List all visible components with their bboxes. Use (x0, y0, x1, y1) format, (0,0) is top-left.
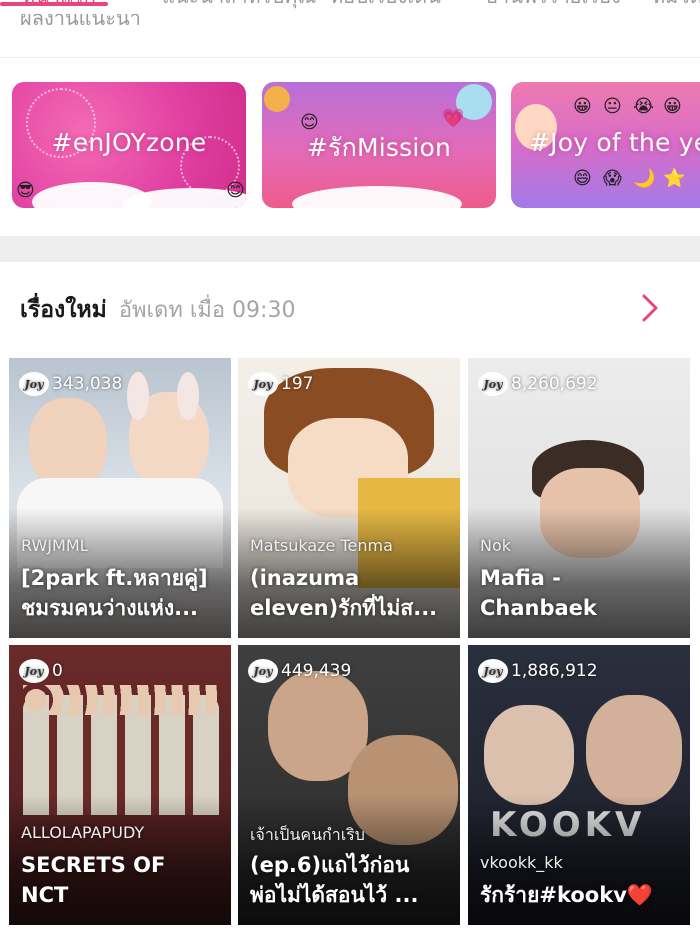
joy-logo-icon: Joy (478, 659, 508, 683)
smile-emoji-icon: 😊 (226, 180, 245, 201)
emoji-icon: 😐 (603, 96, 622, 117)
emoji-icon: 😱 (603, 168, 622, 189)
banner-enjoyzone[interactable]: 😎 😊 #enJOYzone (12, 82, 246, 208)
section-title: เรื่องใหม่ (20, 297, 107, 323)
card-author: vkookk_kk (480, 853, 563, 872)
story-card[interactable]: Joy 8,260,692 Nok Mafia - Chanbaek (468, 358, 690, 638)
banner-label: #Joy of the year (529, 128, 700, 157)
story-card[interactable]: Joy 0 ALLOLAPAPUDY SECRETS OF NCT (9, 645, 231, 925)
tab-free-read[interactable]: อ่านฟรีรายเรื่อง (486, 0, 621, 8)
card-title: Mafia - (480, 566, 561, 590)
card-title: (ep.6)แถไว้ก่อน (250, 853, 410, 877)
banner-label: #รักMission (306, 133, 452, 162)
emoji-icon: 😀 (573, 96, 592, 117)
card-author: ALLOLAPAPUDY (21, 823, 145, 842)
heart-emoji-icon: 💗 (442, 108, 465, 129)
emoji-icon: 🌙 (633, 168, 656, 189)
joy-logo-icon: Joy (478, 372, 508, 396)
emoji-icon: 😭 (633, 96, 655, 117)
card-title: รักร้าย#kookv❤️ (480, 883, 654, 907)
story-card[interactable]: Joy 197 Matsukaze Tenma (inazuma eleven)ร… (238, 358, 460, 638)
person-illustration (484, 705, 574, 805)
card-author: RWJMML (21, 536, 89, 555)
view-count: Joy 8,260,692 (478, 372, 598, 396)
card-title: ชมรมคนว่างแห่ง... (21, 596, 199, 620)
card-author: Nok (480, 536, 512, 555)
emoji-icon: 😄 (573, 168, 592, 189)
joy-logo-icon: Joy (19, 659, 49, 683)
tab-top-stories[interactable]: ท็อปเรื่องเด่น (330, 0, 441, 8)
card-title: NCT (21, 883, 69, 907)
card-title: SECRETS OF (21, 853, 166, 877)
bunny-ear-icon (127, 372, 149, 420)
joy-logo-icon: Joy (248, 372, 278, 396)
view-count: Joy 197 (248, 372, 313, 396)
card-title: พ่อไม่ได้สอนไว้ ... (250, 883, 419, 907)
section-updated-time: อัพเดท เมื่อ 09:30 (118, 298, 296, 323)
planet-icon (264, 86, 290, 112)
faces (23, 685, 219, 715)
story-card[interactable]: KOOKV Joy1,886,912 vkookk_kk รักร้าย#koo… (468, 645, 690, 925)
banner-joy-of-the-year[interactable]: 😀 😐 😭 😀 😄 😱 🌙 ⭐ #Joy of the year (511, 82, 700, 208)
emoji-icon: 😀 (663, 96, 682, 117)
card-author: เจ้าเป็นคนกำเริบ (250, 825, 365, 844)
story-card[interactable]: Joy 449,439 เจ้าเป็นคนกำเริบ (ep.6)แถไว้ก… (238, 645, 460, 925)
emoji-icon: ⭐ (663, 168, 686, 189)
chevron-right-icon[interactable] (638, 292, 664, 324)
card-title: [2park ft.หลายคู่] (21, 566, 208, 590)
bunny-ear-icon (177, 372, 199, 420)
story-card[interactable]: Joy 343,038 RWJMML [2park ft.หลายคู่] ชมร… (9, 358, 231, 638)
tab-recommended[interactable]: แนะนำสำหรับคุณ (162, 0, 316, 8)
banner-carousel[interactable]: 😎 😊 #enJOYzone 😊 💗 #รักMission 😀 😐 😭 😀 😄… (12, 82, 700, 210)
section-header: เรื่องใหม่ อัพเดท เมื่อ 09:30 (20, 292, 295, 326)
banner-rak-mission[interactable]: 😊 💗 #รักMission (262, 82, 496, 208)
person-illustration (586, 695, 682, 805)
view-count: Joy 343,038 (19, 372, 122, 396)
sunglasses-emoji-icon: 😎 (16, 180, 35, 201)
view-count: Joy 449,439 (248, 659, 351, 683)
divider (0, 57, 700, 58)
tab-subtext: ผลงานแนะนำ (20, 14, 141, 28)
active-tab-indicator (0, 2, 108, 6)
tab-categories[interactable]: หมวด (652, 0, 700, 8)
view-count: Joy 0 (19, 659, 63, 683)
card-title: eleven)รักที่ไม่ส... (250, 596, 438, 620)
joy-logo-icon: Joy (248, 659, 278, 683)
person-illustration (29, 398, 107, 490)
card-author: Matsukaze Tenma (250, 536, 393, 555)
view-count: Joy 1,886,912 (478, 659, 598, 683)
banner-label: #enJOYzone (51, 128, 207, 157)
section-separator (0, 236, 700, 262)
card-title: Chanbaek (480, 596, 597, 620)
card-title: (inazuma (250, 566, 360, 590)
joy-logo-icon: Joy (19, 372, 49, 396)
